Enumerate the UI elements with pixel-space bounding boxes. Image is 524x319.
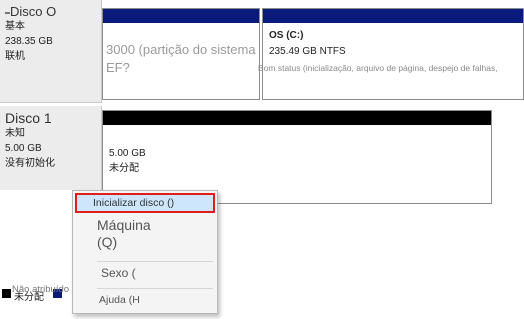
- disk0-info-panel[interactable]: Disco O 基本 238.35 GB 联机: [0, 0, 102, 103]
- efi-partition-text: 3000 (partição do sistema EF?: [106, 42, 256, 75]
- disk0-size: 238.35 GB: [5, 36, 53, 47]
- disk0-status: 联机: [5, 51, 25, 62]
- partition-bar: [103, 9, 259, 23]
- legend-unallocated-swatch: [2, 289, 11, 298]
- disk0-type: 基本: [5, 21, 25, 32]
- disk1-type: 未知: [5, 128, 25, 139]
- menu-separator: [97, 288, 213, 289]
- os-partition-label: OS (C:): [269, 30, 304, 41]
- disk-context-menu: Inicializar disco () Máquina (Q) Sexo ( …: [72, 190, 218, 314]
- partition-bar: [263, 9, 523, 23]
- unallocated-label: 未分配: [109, 163, 139, 174]
- disk1-size: 5.00 GB: [5, 143, 42, 154]
- disk1-info-panel[interactable]: Disco 1 未知 5.00 GB 没有初始化: [0, 106, 102, 190]
- disk0-name: Disco O: [5, 4, 96, 19]
- menu-item-sex[interactable]: Sexo (: [75, 265, 215, 281]
- menu-item-machine[interactable]: Máquina (Q): [75, 217, 163, 251]
- menu-item-initialize-disk[interactable]: Inicializar disco (): [75, 193, 215, 213]
- unallocated-bar: [103, 111, 491, 125]
- disk1-status: 没有初始化: [5, 158, 55, 169]
- disk1-name: Disco 1: [5, 110, 52, 126]
- unallocated-size: 5.00 GB: [109, 148, 146, 159]
- os-partition-size: 235.49 GB NTFS: [269, 46, 346, 57]
- disk0-efi-partition[interactable]: 3000 (partição do sistema EF?: [102, 8, 260, 100]
- disk0-os-partition[interactable]: OS (C:) 235.49 GB NTFS: [262, 8, 524, 100]
- os-partition-status: Bom status (inicialização, arquivo de pá…: [258, 63, 498, 73]
- legend-primary-label: Não atribuído: [12, 284, 70, 295]
- menu-item-help[interactable]: Ajuda (H: [75, 293, 215, 307]
- menu-separator: [97, 261, 213, 262]
